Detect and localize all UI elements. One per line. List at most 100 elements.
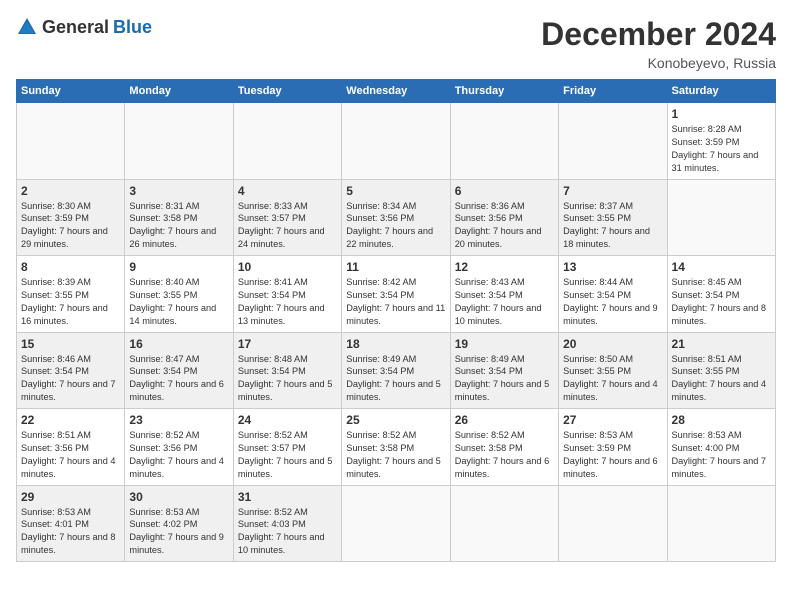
day-info: Sunrise: 8:52 AMSunset: 3:57 PMDaylight:… [238,430,333,479]
day-number: 30 [129,490,228,504]
day-number: 20 [563,337,662,351]
table-row [667,485,775,562]
day-number: 18 [346,337,445,351]
table-row: 8Sunrise: 8:39 AMSunset: 3:55 PMDaylight… [17,256,125,333]
day-number: 27 [563,413,662,427]
col-friday: Friday [559,80,667,103]
table-row [233,103,341,180]
table-row [559,485,667,562]
table-row: 7 Sunrise: 8:37 AMSunset: 3:55 PMDaylight… [559,179,667,256]
day-number: 29 [21,490,120,504]
table-row: 9 Sunrise: 8:40 AMSunset: 3:55 PMDaylight… [125,256,233,333]
day-number: 24 [238,413,337,427]
day-info: Sunrise: 8:53 AMSunset: 3:59 PMDaylight:… [563,430,658,479]
day-number: 12 [455,260,554,274]
day-number: 21 [672,337,771,351]
day-info: Sunrise: 8:44 AMSunset: 3:54 PMDaylight:… [563,277,658,326]
day-number: 5 [346,184,445,198]
logo-icon [16,16,38,38]
day-info: Sunrise: 8:47 AMSunset: 3:54 PMDaylight:… [129,354,224,403]
table-row: 13 Sunrise: 8:44 AMSunset: 3:54 PMDayligh… [559,256,667,333]
table-row: 31Sunrise: 8:52 AMSunset: 4:03 PMDayligh… [233,485,341,562]
table-row: 1 Sunrise: 8:28 AMSunset: 3:59 PMDaylight… [667,103,775,180]
day-info: Sunrise: 8:52 AMSunset: 3:56 PMDaylight:… [129,430,224,479]
logo-text: General Blue [16,16,152,38]
col-saturday: Saturday [667,80,775,103]
table-row: 2 Sunrise: 8:30 AMSunset: 3:59 PMDaylight… [17,179,125,256]
table-row: 20Sunrise: 8:50 AMSunset: 3:55 PMDayligh… [559,332,667,409]
day-number: 11 [346,260,445,274]
table-row: 18 Sunrise: 8:49 AMSunset: 3:54 PMDayligh… [342,332,450,409]
table-row [450,103,558,180]
table-row: 22Sunrise: 8:51 AMSunset: 3:56 PMDayligh… [17,409,125,486]
table-row: 5Sunrise: 8:34 AMSunset: 3:56 PMDaylight… [342,179,450,256]
table-row [450,485,558,562]
table-row: 29 Sunrise: 8:53 AMSunset: 4:01 PMDayligh… [17,485,125,562]
table-row: 27 Sunrise: 8:53 AMSunset: 3:59 PMDayligh… [559,409,667,486]
day-number: 10 [238,260,337,274]
day-info: Sunrise: 8:51 AMSunset: 3:56 PMDaylight:… [21,430,116,479]
table-row: 14Sunrise: 8:45 AMSunset: 3:54 PMDayligh… [667,256,775,333]
day-number: 13 [563,260,662,274]
day-info: Sunrise: 8:45 AMSunset: 3:54 PMDaylight:… [672,277,767,326]
day-info: Sunrise: 8:37 AMSunset: 3:55 PMDaylight:… [563,201,650,250]
day-number: 8 [21,260,120,274]
logo: General Blue [16,16,152,38]
day-number: 19 [455,337,554,351]
table-row: 12 Sunrise: 8:43 AMSunset: 3:54 PMDayligh… [450,256,558,333]
table-row [125,103,233,180]
day-info: Sunrise: 8:30 AMSunset: 3:59 PMDaylight:… [21,201,108,250]
day-number: 23 [129,413,228,427]
logo-blue: Blue [113,17,152,38]
day-info: Sunrise: 8:40 AMSunset: 3:55 PMDaylight:… [129,277,216,326]
day-info: Sunrise: 8:51 AMSunset: 3:55 PMDaylight:… [672,354,767,403]
table-row: 25Sunrise: 8:52 AMSunset: 3:58 PMDayligh… [342,409,450,486]
day-info: Sunrise: 8:41 AMSunset: 3:54 PMDaylight:… [238,277,325,326]
col-sunday: Sunday [17,80,125,103]
day-number: 4 [238,184,337,198]
day-info: Sunrise: 8:31 AMSunset: 3:58 PMDaylight:… [129,201,216,250]
day-number: 7 [563,184,662,198]
day-info: Sunrise: 8:49 AMSunset: 3:54 PMDaylight:… [346,354,441,403]
day-info: Sunrise: 8:49 AMSunset: 3:54 PMDaylight:… [455,354,550,403]
day-number: 6 [455,184,554,198]
table-row: 21 Sunrise: 8:51 AMSunset: 3:55 PMDayligh… [667,332,775,409]
day-info: Sunrise: 8:33 AMSunset: 3:57 PMDaylight:… [238,201,325,250]
day-number: 31 [238,490,337,504]
table-row: 6Sunrise: 8:36 AMSunset: 3:56 PMDaylight… [450,179,558,256]
table-row: 10 Sunrise: 8:41 AMSunset: 3:54 PMDayligh… [233,256,341,333]
col-wednesday: Wednesday [342,80,450,103]
title-block: December 2024 Konobeyevo, Russia [541,16,776,71]
table-row: 28Sunrise: 8:53 AMSunset: 4:00 PMDayligh… [667,409,775,486]
day-number: 3 [129,184,228,198]
calendar-page: General Blue December 2024 Konobeyevo, R… [0,0,792,612]
calendar-header-row: Sunday Monday Tuesday Wednesday Thursday… [17,80,776,103]
day-info: Sunrise: 8:28 AMSunset: 3:59 PMDaylight:… [672,124,759,173]
day-info: Sunrise: 8:43 AMSunset: 3:54 PMDaylight:… [455,277,542,326]
table-row [559,103,667,180]
table-row [342,485,450,562]
calendar-table: Sunday Monday Tuesday Wednesday Thursday… [16,79,776,562]
table-row: 30 Sunrise: 8:53 AMSunset: 4:02 PMDayligh… [125,485,233,562]
day-number: 25 [346,413,445,427]
day-number: 26 [455,413,554,427]
day-number: 16 [129,337,228,351]
month-title: December 2024 [541,16,776,53]
subtitle: Konobeyevo, Russia [541,55,776,71]
day-info: Sunrise: 8:48 AMSunset: 3:54 PMDaylight:… [238,354,333,403]
day-number: 1 [672,107,771,121]
table-row: 4 Sunrise: 8:33 AMSunset: 3:57 PMDaylight… [233,179,341,256]
day-info: Sunrise: 8:53 AMSunset: 4:01 PMDaylight:… [21,507,116,556]
day-number: 28 [672,413,771,427]
table-row [342,103,450,180]
day-number: 9 [129,260,228,274]
day-info: Sunrise: 8:53 AMSunset: 4:02 PMDaylight:… [129,507,224,556]
header: General Blue December 2024 Konobeyevo, R… [16,16,776,71]
table-row [17,103,125,180]
day-number: 15 [21,337,120,351]
col-thursday: Thursday [450,80,558,103]
day-number: 2 [21,184,120,198]
day-info: Sunrise: 8:52 AMSunset: 3:58 PMDaylight:… [455,430,550,479]
day-number: 17 [238,337,337,351]
table-row: 26 Sunrise: 8:52 AMSunset: 3:58 PMDayligh… [450,409,558,486]
